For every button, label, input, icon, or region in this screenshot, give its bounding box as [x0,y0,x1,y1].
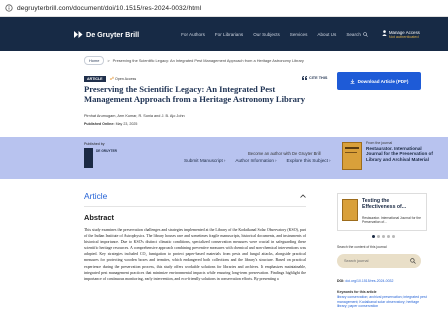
cover-subtitle-bar [345,152,357,153]
logo-text: De Gruyter Brill [86,29,140,39]
journal-cover-image[interactable] [342,142,362,170]
open-access-badge: ☍ Open Access [110,76,137,82]
download-icon [350,78,355,84]
breadcrumb: Home > Preserving the Scientific Legacy:… [84,56,304,65]
abstract-heading: Abstract [84,213,114,222]
logo[interactable]: De Gruyter Brill [74,30,139,39]
doi: DOI: doi.org/10.1515/res-2024-0032 [337,279,393,283]
carousel-dots [372,235,395,238]
logo-mark-icon [74,30,83,38]
auth-status: Not authenticated [388,34,419,39]
recommended-title: Testing the Effectiveness of... [362,198,407,211]
article-authors[interactable]: Pirnhat Arumugam, Arm Kumar, R. Sonia an… [84,114,185,118]
recommended-cover-image [342,199,358,221]
download-pdf-label: Download Article (PDF) [357,78,409,84]
cover-title-bar [345,147,359,149]
article-title: Preserving the Scientific Legacy: An Int… [84,84,306,104]
explore-subject-label: Explore this Subject [286,158,328,163]
search-icon[interactable] [410,258,416,264]
recommended-article-card[interactable]: Testing the Effectiveness of... Restaura… [337,193,427,231]
journal-search-box [337,254,421,268]
explore-subject-link[interactable]: Explore this Subject › [287,158,331,163]
chevron-up-icon [300,194,306,198]
site-info-icon[interactable] [4,4,13,13]
published-by-label: Published by [84,142,105,146]
become-author-text: Become an author with De Gruyter Brill [248,151,321,156]
carousel-dot[interactable] [387,235,390,238]
open-access-label: Open Access [115,77,137,81]
arrow-right-icon: › [223,158,226,163]
article-type-badge: ARTICLE [84,76,106,82]
cite-this-button[interactable]: CITE THIS [302,76,327,80]
doi-link[interactable]: doi.org/10.1515/res-2024-0032 [345,279,393,283]
cite-this-label: CITE THIS [309,76,328,80]
author-links: Submit Manuscript › Author Information › E… [184,158,331,163]
nav-about-us[interactable]: About Us [317,32,336,37]
open-access-icon: ☍ [109,76,115,81]
manage-access[interactable]: Manage Access Not authenticated [382,30,420,39]
article-section-toggle[interactable]: Article [84,191,306,207]
search-icon [363,31,368,37]
nav-for-librarians[interactable]: For Librarians [215,32,243,37]
submit-manuscript-label: Submit Manuscript [184,158,223,163]
browser-address-bar[interactable]: degruyterbrill.com/document/doi/10.1515/… [0,0,448,17]
url-text[interactable]: degruyterbrill.com/document/doi/10.1515/… [17,5,201,12]
journal-info: From the journal Restaurator. Internatio… [366,141,436,162]
author-information-label: Author Information [235,158,274,163]
nav-search-label: Search [346,31,361,37]
download-pdf-button[interactable]: Download Article (PDF) [337,72,421,90]
published-date: Published Online: May 23, 2025 [84,122,137,126]
nav-our-subjects[interactable]: Our Subjects [253,32,280,37]
nav-search[interactable]: Search [346,32,368,37]
published-date-value: May 23, 2025 [115,122,138,126]
nav-for-authors[interactable]: For Authors [181,32,205,37]
from-journal-label: From the journal [366,141,393,145]
arrow-right-icon: › [328,158,331,163]
recommended-journal: Restaurator. International Journal for t… [362,216,422,224]
submit-manuscript-link[interactable]: Submit Manuscript › [184,158,225,163]
published-label: Published Online: [84,122,115,126]
carousel-dot[interactable] [392,235,395,238]
publisher-name: DE GRUYTER [96,149,117,153]
person-icon [382,29,387,36]
carousel-dot[interactable] [377,235,380,238]
keywords-label: Keywords for this article [337,290,377,294]
journal-search-input[interactable] [342,258,402,264]
main-nav: For Authors For Librarians Our Subjects … [181,32,368,37]
journal-search-label: Search the content of this journal [337,245,387,249]
quote-icon [302,76,307,80]
arrow-right-icon: › [274,158,277,163]
journal-name-link[interactable]: Restaurator. International Journal for t… [366,146,436,162]
breadcrumb-separator: > [107,58,110,63]
nav-services[interactable]: Services [290,32,308,37]
author-information-link[interactable]: Author Information › [235,158,276,163]
article-tags: ARTICLE ☍ Open Access [84,76,136,82]
keywords-list[interactable]: library conservation; archival preservat… [337,295,427,309]
breadcrumb-current: Preserving the Scientific Legacy: An Int… [112,58,304,63]
breadcrumb-home[interactable]: Home [84,56,105,65]
carousel-dot[interactable] [382,235,385,238]
carousel-dot[interactable] [372,235,375,238]
site-header: De Gruyter Brill For Authors For Librari… [0,17,448,51]
abstract-text: This study examines the preservation cha… [84,227,306,281]
doi-label: DOI: [337,279,345,283]
publisher-logo[interactable] [84,148,93,168]
article-section-heading: Article [84,191,108,201]
